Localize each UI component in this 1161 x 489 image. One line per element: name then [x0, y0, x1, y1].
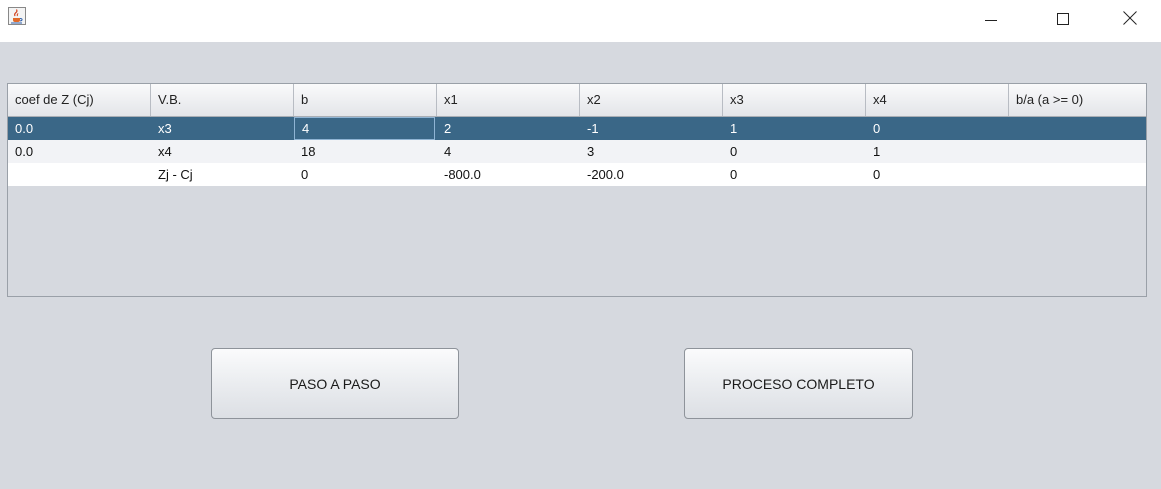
close-icon	[1123, 11, 1137, 25]
column-header-ratio[interactable]: b/a (a >= 0)	[1009, 84, 1146, 116]
table-cell[interactable]: 1	[723, 117, 866, 140]
table-cell[interactable]: x4	[151, 140, 294, 163]
table-cell[interactable]: -200.0	[580, 163, 723, 186]
java-coffee-icon	[8, 7, 26, 25]
minimize-button[interactable]	[968, 0, 1014, 36]
close-button[interactable]	[1107, 0, 1153, 36]
column-header-b[interactable]: b	[294, 84, 437, 116]
table-header: coef de Z (Cj) V.B. b x1 x2 x3 x4 b/a (a…	[8, 84, 1146, 117]
table-cell[interactable]	[8, 163, 151, 186]
table-row[interactable]: 0.0 x3 4 2 -1 1 0	[8, 117, 1146, 140]
column-header-cj[interactable]: coef de Z (Cj)	[8, 84, 151, 116]
table-cell[interactable]: 3	[580, 140, 723, 163]
table-row[interactable]: Zj - Cj 0 -800.0 -200.0 0 0	[8, 163, 1146, 186]
title-bar	[0, 0, 1161, 42]
table-cell[interactable]: 2	[437, 117, 580, 140]
simplex-table: coef de Z (Cj) V.B. b x1 x2 x3 x4 b/a (a…	[7, 83, 1147, 297]
table-cell[interactable]: x3	[151, 117, 294, 140]
table-cell[interactable]: 0	[866, 117, 1009, 140]
table-cell-focused[interactable]: 4	[294, 117, 435, 140]
table-cell[interactable]: 1	[866, 140, 1009, 163]
table-cell[interactable]: 4	[437, 140, 580, 163]
table-cell[interactable]	[1009, 117, 1146, 140]
minimize-icon	[985, 20, 997, 21]
table-cell[interactable]: 0	[866, 163, 1009, 186]
maximize-icon	[1057, 13, 1069, 25]
table-cell[interactable]: 0.0	[8, 140, 151, 163]
paso-a-paso-button[interactable]: PASO A PASO	[211, 348, 459, 419]
column-header-x1[interactable]: x1	[437, 84, 580, 116]
table-cell[interactable]: 0	[723, 163, 866, 186]
table-cell[interactable]: 0.0	[8, 117, 151, 140]
column-header-x2[interactable]: x2	[580, 84, 723, 116]
table-cell[interactable]: Zj - Cj	[151, 163, 294, 186]
column-header-x3[interactable]: x3	[723, 84, 866, 116]
column-header-vb[interactable]: V.B.	[151, 84, 294, 116]
maximize-button[interactable]	[1040, 0, 1086, 36]
proceso-completo-button[interactable]: PROCESO COMPLETO	[684, 348, 913, 419]
column-header-x4[interactable]: x4	[866, 84, 1009, 116]
table-cell[interactable]: 0	[294, 163, 437, 186]
table-row[interactable]: 0.0 x4 18 4 3 0 1	[8, 140, 1146, 163]
table-cell[interactable]: -800.0	[437, 163, 580, 186]
table-cell[interactable]: 0	[723, 140, 866, 163]
table-cell[interactable]	[1009, 140, 1146, 163]
table-cell[interactable]: 18	[294, 140, 437, 163]
table-cell[interactable]	[1009, 163, 1146, 186]
table-cell[interactable]: -1	[580, 117, 723, 140]
